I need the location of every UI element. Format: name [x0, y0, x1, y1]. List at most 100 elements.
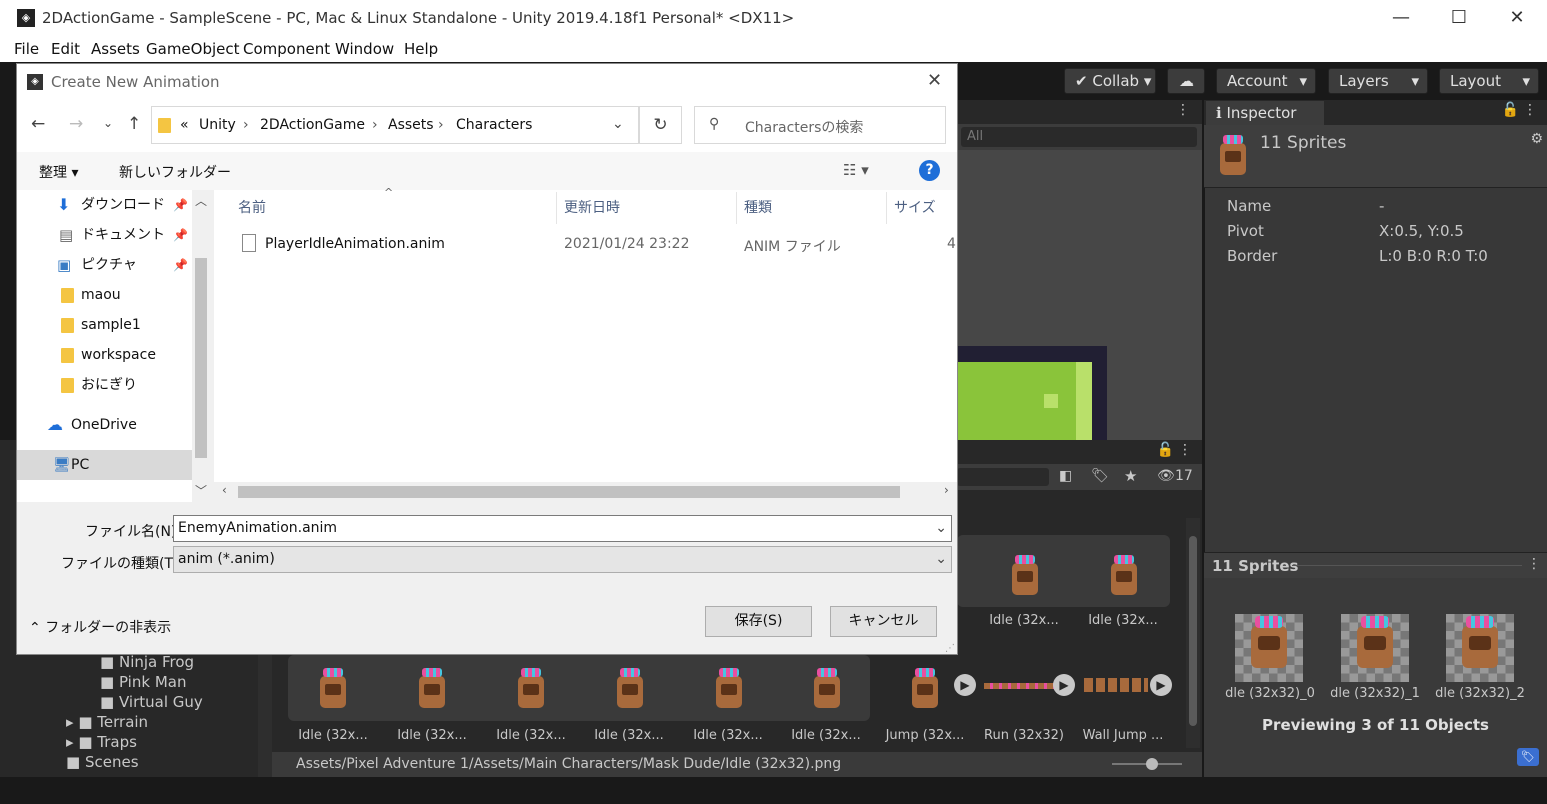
sprite-asset-icon[interactable] [518, 668, 544, 708]
more-menu-icon[interactable]: ⋮ [1176, 102, 1190, 118]
sprite-asset-icon[interactable] [716, 668, 742, 708]
scroll-up-icon[interactable]: ︿ [195, 192, 207, 209]
organize-button[interactable]: 整理 ▾ [39, 162, 78, 182]
sprite-asset-icon[interactable] [1111, 555, 1137, 595]
nav-item-onedrive[interactable]: ☁ OneDrive [17, 410, 192, 440]
forward-icon[interactable]: → [69, 114, 83, 134]
save-button[interactable]: 保存(S) [705, 606, 812, 637]
breadcrumb-characters[interactable]: Characters [456, 117, 532, 133]
layers-dropdown[interactable]: Layers ▾ [1328, 68, 1428, 94]
tree-item-virtual-guy[interactable]: ■ Virtual Guy [100, 693, 203, 711]
play-icon[interactable]: ▶ [1053, 674, 1075, 696]
minimize-button[interactable]: — [1389, 6, 1413, 30]
filetype-select[interactable]: anim (*.anim) ⌄ [173, 546, 952, 573]
chevron-down-icon[interactable]: ⌄ [935, 516, 947, 541]
up-icon[interactable]: ↑ [127, 114, 141, 134]
lock-icon[interactable]: 🔓 [1502, 102, 1519, 118]
close-icon[interactable]: ✕ [927, 70, 942, 91]
tree-item-pink-man[interactable]: ■ Pink Man [100, 673, 186, 691]
tree-item-traps[interactable]: ▸ ■ Traps [66, 733, 137, 751]
back-icon[interactable]: ← [31, 114, 45, 134]
pin-icon[interactable]: 📌 [173, 250, 188, 280]
scene-search-input[interactable]: All [961, 127, 1197, 147]
chevron-down-icon[interactable]: ⌄ [935, 547, 947, 572]
tree-item-ninja-frog[interactable]: ■ Ninja Frog [100, 653, 194, 671]
project-scrollbar[interactable] [1186, 518, 1200, 748]
collab-button[interactable]: ✔ Collab ▾ [1064, 68, 1156, 94]
label-icon[interactable]: 🏷 [1091, 468, 1109, 484]
nav-item-documents[interactable]: ▤ ドキュメント 📌 [17, 220, 192, 250]
breadcrumb-assets[interactable]: Assets [388, 117, 434, 133]
account-dropdown[interactable]: Account ▾ [1216, 68, 1316, 94]
hidden-eye-icon[interactable]: 👁 [1157, 468, 1175, 484]
filename-input[interactable]: EnemyAnimation.anim ⌄ [173, 515, 952, 542]
tree-item-terrain[interactable]: ▸ ■ Terrain [66, 713, 148, 731]
refresh-button[interactable]: ↻ [639, 106, 682, 144]
resize-grip-icon[interactable]: ⋰ [945, 643, 955, 654]
menu-help[interactable]: Help [404, 40, 438, 58]
nav-item-workspace[interactable]: workspace [17, 340, 192, 370]
more-menu-icon[interactable]: ⋮ [1178, 442, 1192, 458]
menu-gameobject[interactable]: GameObject [146, 40, 240, 58]
play-icon[interactable]: ▶ [1150, 674, 1172, 696]
tab-inspector[interactable]: ℹ Inspector [1206, 101, 1324, 125]
more-menu-icon[interactable]: ⋮ [1527, 556, 1541, 572]
expand-arrow-icon[interactable]: ▸ [66, 733, 74, 751]
menu-edit[interactable]: Edit [51, 40, 80, 58]
chevron-down-icon[interactable]: ⌄ [612, 116, 624, 132]
breadcrumb-unity[interactable]: Unity [199, 117, 236, 133]
more-menu-icon[interactable]: ⋮ [1523, 102, 1537, 118]
expand-arrow-icon[interactable]: ▸ [66, 713, 74, 731]
nav-item-onigiri[interactable]: おにぎり [17, 370, 192, 400]
file-row[interactable]: PlayerIdleAnimation.anim 2021/01/24 23:2… [214, 228, 957, 262]
lock-icon[interactable]: 🔓 [1157, 442, 1174, 458]
sprite-asset-icon[interactable] [617, 668, 643, 708]
close-window-button[interactable]: ✕ [1505, 6, 1529, 30]
scroll-right-icon[interactable]: › [944, 483, 949, 497]
maximize-button[interactable]: ☐ [1447, 6, 1471, 30]
pin-icon[interactable]: 📌 [173, 190, 188, 220]
sprite-asset-icon[interactable] [419, 668, 445, 708]
menu-window[interactable]: Window [335, 40, 394, 58]
sprite-asset-icon[interactable] [320, 668, 346, 708]
scroll-left-icon[interactable]: ‹ [222, 483, 227, 497]
project-search-input[interactable] [957, 468, 1049, 486]
breadcrumb-overflow[interactable]: « [180, 117, 189, 133]
cloud-button[interactable]: ☁ [1167, 68, 1205, 94]
address-bar[interactable]: « Unity › 2DActionGame › Assets › Charac… [151, 106, 639, 144]
horizontal-scrollbar[interactable]: ‹ › [214, 482, 957, 502]
nav-item-downloads[interactable]: ⬇ ダウンロード 📌 [17, 190, 192, 220]
tree-item-scenes[interactable]: ■ Scenes [66, 753, 139, 771]
jump-sprite-icon[interactable] [912, 668, 938, 708]
column-name[interactable]: 名前 [238, 190, 266, 228]
pin-icon[interactable]: 📌 [173, 220, 188, 250]
hide-folders-toggle[interactable]: ⌃ フォルダーの非表示 [29, 617, 171, 637]
zoom-slider-handle[interactable] [1146, 758, 1158, 770]
search-box[interactable]: ⚲ Charactersの検索 [694, 106, 946, 144]
new-folder-button[interactable]: 新しいフォルダー [119, 162, 231, 182]
menu-file[interactable]: File [14, 40, 39, 58]
scroll-down-icon[interactable]: ﹀ [195, 482, 207, 499]
sprite-asset-icon[interactable] [1012, 555, 1038, 595]
scene-viewport[interactable] [957, 150, 1202, 440]
nav-item-pc[interactable]: 🖥 PC [17, 450, 192, 480]
column-type[interactable]: 種類 [744, 190, 772, 228]
play-icon[interactable]: ▶ [954, 674, 976, 696]
nav-item-maou[interactable]: maou [17, 280, 192, 310]
gear-icon[interactable]: ⚙ [1530, 131, 1543, 147]
filter-type-icon[interactable]: ◧ [1059, 468, 1072, 484]
layout-dropdown[interactable]: Layout ▾ [1439, 68, 1539, 94]
recent-locations-icon[interactable]: ⌄ [103, 116, 113, 130]
help-button[interactable]: ? [919, 160, 940, 181]
column-date[interactable]: 更新日時 [564, 190, 620, 228]
nav-item-sample1[interactable]: sample1 [17, 310, 192, 340]
asset-label-icon[interactable]: 🏷 [1517, 748, 1539, 766]
column-size[interactable]: サイズ [894, 190, 936, 228]
cancel-button[interactable]: キャンセル [830, 606, 937, 637]
breadcrumb-2dactiongame[interactable]: 2DActionGame [260, 117, 365, 133]
menu-assets[interactable]: Assets [91, 40, 140, 58]
menu-component[interactable]: Component [243, 40, 330, 58]
star-icon[interactable]: ★ [1124, 467, 1137, 485]
nav-scrollbar[interactable]: ︿ ﹀ [192, 190, 210, 502]
view-options-icon[interactable]: ☷ ▾ [843, 161, 869, 179]
